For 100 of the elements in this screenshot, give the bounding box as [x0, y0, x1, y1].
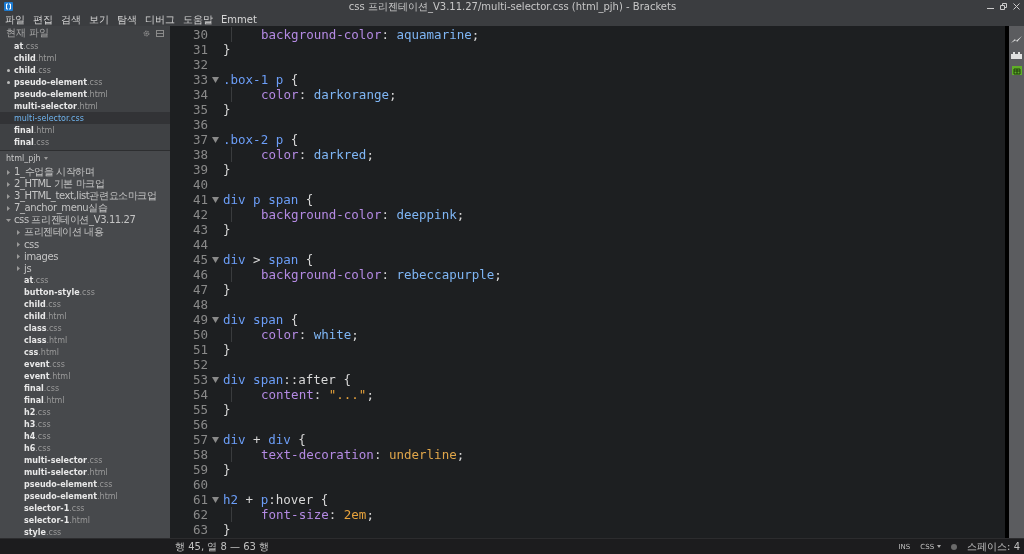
file-item[interactable]: h3.css [0, 418, 170, 430]
file-item[interactable]: final.css [0, 382, 170, 394]
code-line: } [223, 162, 231, 177]
line-number: 57 [191, 432, 208, 447]
file-item[interactable]: event.css [0, 358, 170, 370]
working-file-item[interactable]: multi-selector.css [0, 112, 170, 124]
working-file-item[interactable]: multi-selector.html [0, 100, 170, 112]
code-line: h2 + p:hover { [223, 492, 329, 507]
dropdown-caret-icon[interactable] [937, 545, 942, 548]
working-file-item[interactable]: pseudo-element.html [0, 88, 170, 100]
working-file-item[interactable]: at.css [0, 40, 170, 52]
code-line: text-decoration: underline; [261, 447, 465, 462]
menu-item[interactable]: 파일 [5, 13, 25, 26]
line-number: 39 [191, 162, 208, 177]
code-line: } [223, 462, 231, 477]
code-line: } [223, 402, 231, 417]
working-file-item[interactable]: final.html [0, 124, 170, 136]
file-item[interactable]: child.html [0, 310, 170, 322]
app-logo-icon [4, 2, 13, 11]
file-item[interactable]: h2.css [0, 406, 170, 418]
fold-arrow-icon[interactable] [212, 316, 219, 323]
folder-item[interactable]: 프리젠테이션 내용 [0, 226, 170, 238]
fold-arrow-icon[interactable] [212, 256, 219, 263]
menu-item[interactable]: 편집 [33, 13, 53, 26]
file-item[interactable]: style.css [0, 526, 170, 538]
fold-arrow-icon[interactable] [212, 76, 219, 83]
fold-arrow-icon[interactable] [212, 496, 219, 503]
folder-item[interactable]: css [0, 238, 170, 250]
file-item[interactable]: css.html [0, 346, 170, 358]
file-item[interactable]: event.html [0, 370, 170, 382]
line-number: 60 [191, 477, 208, 492]
dropdown-caret-icon[interactable] [43, 157, 48, 160]
folder-item[interactable]: css 프리젠테이션_V3.11.27 [0, 214, 170, 226]
folder-item[interactable]: 3_HTML_text,list관련요소마크업 [0, 190, 170, 202]
working-file-item[interactable]: final.css [0, 136, 170, 148]
file-item[interactable]: class.css [0, 322, 170, 334]
fold-arrow-icon[interactable] [212, 376, 219, 383]
code-line: div + div { [223, 432, 306, 447]
file-item[interactable]: h6.css [0, 442, 170, 454]
fold-arrow-icon[interactable] [212, 436, 219, 443]
code-line: } [223, 282, 231, 297]
folder-item[interactable]: 2_HTML 기본 마크업 [0, 178, 170, 190]
restore-icon[interactable] [1000, 3, 1007, 10]
lightning-icon[interactable] [1011, 36, 1022, 44]
folder-item[interactable]: js [0, 262, 170, 274]
line-number: 53 [191, 372, 208, 387]
file-item[interactable]: selector-1.css [0, 502, 170, 514]
indent-setting[interactable]: 스페이스: 4 [967, 539, 1020, 554]
folder-item[interactable]: images [0, 250, 170, 262]
code-line: content: "..."; [261, 387, 374, 402]
working-file-item[interactable]: child.html [0, 52, 170, 64]
menu-item[interactable]: Emmet [221, 13, 257, 26]
line-number: 54 [191, 387, 208, 402]
code-line: } [223, 42, 231, 57]
line-number: 51 [191, 342, 208, 357]
code-line: .box-1 p { [223, 72, 299, 87]
fold-arrow-icon[interactable] [212, 196, 219, 203]
fold-arrow-icon[interactable] [212, 136, 219, 143]
code-line: div span { [223, 312, 299, 327]
file-item[interactable]: pseudo-element.css [0, 478, 170, 490]
settings-icon[interactable] [143, 29, 150, 37]
code-line: .box-2 p { [223, 132, 299, 147]
folder-item[interactable]: 1_수업을 시작하며 [0, 166, 170, 178]
line-number: 37 [191, 132, 208, 147]
code-line: } [223, 102, 231, 117]
file-item[interactable]: button-style.css [0, 286, 170, 298]
line-number: 31 [191, 42, 208, 57]
menu-item[interactable]: 디버그 [145, 13, 175, 26]
working-file-item[interactable]: child.css [0, 64, 170, 76]
close-icon[interactable] [1013, 3, 1020, 10]
file-item[interactable]: at.css [0, 274, 170, 286]
brick-icon[interactable] [1011, 51, 1022, 59]
file-item[interactable]: child.css [0, 298, 170, 310]
line-number: 30 [191, 27, 208, 42]
code-line: background-color: deeppink; [261, 207, 465, 222]
file-item[interactable]: pseudo-element.html [0, 490, 170, 502]
working-file-item[interactable]: pseudo-element.css [0, 76, 170, 88]
folder-item[interactable]: 7_anchor_menu실습 [0, 202, 170, 214]
line-number: 45 [191, 252, 208, 267]
line-number: 63 [191, 522, 208, 537]
menu-item[interactable]: 검색 [61, 13, 81, 26]
line-number: 46 [191, 267, 208, 282]
file-item[interactable]: h4.css [0, 430, 170, 442]
file-item[interactable]: class.html [0, 334, 170, 346]
file-item[interactable]: selector-1.html [0, 514, 170, 526]
linter-status-icon [951, 543, 958, 550]
line-number: 61 [191, 492, 208, 507]
line-number: 35 [191, 102, 208, 117]
line-number: 62 [191, 507, 208, 522]
gift-icon[interactable] [1011, 66, 1022, 75]
split-view-icon[interactable] [156, 29, 164, 37]
file-item[interactable]: final.html [0, 394, 170, 406]
project-title[interactable]: html_pjh [6, 154, 41, 163]
menu-item[interactable]: 탐색 [117, 13, 137, 26]
menu-item[interactable]: 도움말 [183, 13, 213, 26]
file-item[interactable]: multi-selector.html [0, 466, 170, 478]
menu-item[interactable]: 보기 [89, 13, 109, 26]
file-item[interactable]: multi-selector.css [0, 454, 170, 466]
code-line: background-color: rebeccapurple; [261, 267, 502, 282]
cursor-position: 행 45, 열 8 — 63 행 [175, 539, 270, 554]
